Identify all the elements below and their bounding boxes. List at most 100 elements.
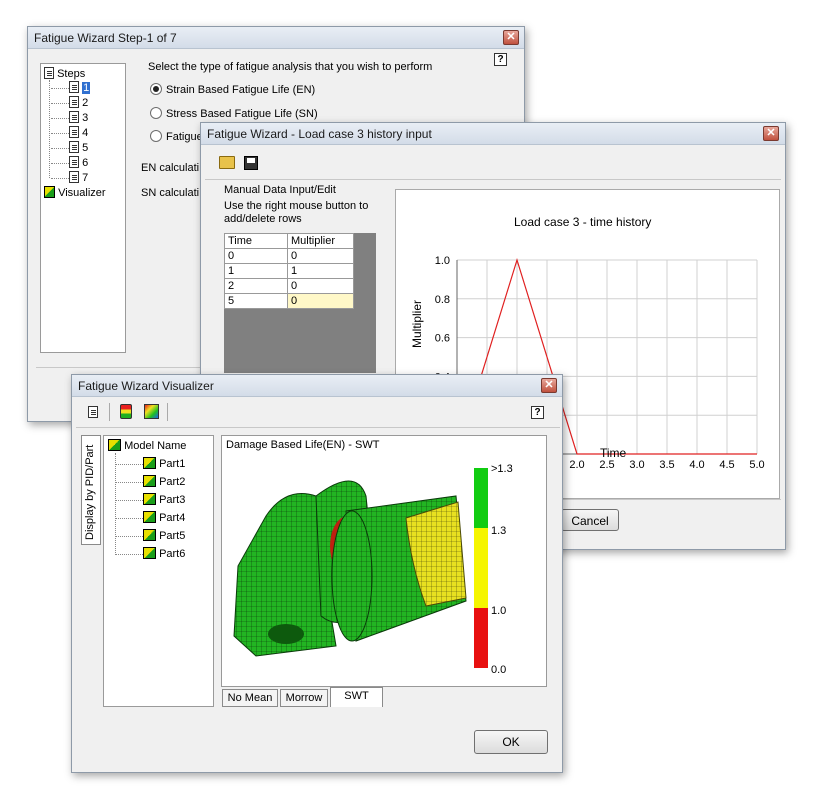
part-label: Part2 bbox=[159, 476, 186, 488]
table-row[interactable]: 20 bbox=[224, 278, 354, 294]
tree-item-step-1[interactable]: 1 bbox=[51, 81, 91, 94]
side-tab-display-by-pid[interactable]: Display by PID/Part bbox=[81, 435, 101, 545]
part-label: Part3 bbox=[159, 494, 186, 506]
model-name-root[interactable]: Model Name bbox=[108, 439, 186, 452]
x-tick-label: 2.5 bbox=[599, 459, 614, 471]
x-tick-label: 4.0 bbox=[689, 459, 704, 471]
visualizer-title: Fatigue Wizard Visualizer bbox=[78, 379, 214, 393]
x-axis-label: Time bbox=[600, 446, 627, 460]
color-map-icon[interactable] bbox=[144, 404, 159, 419]
help-icon[interactable]: ? bbox=[494, 53, 507, 66]
option-en[interactable]: Strain Based Fatigue Life (EN) bbox=[150, 83, 315, 96]
step-document-icon bbox=[69, 171, 79, 183]
tree-item-step-3[interactable]: 3 bbox=[51, 111, 88, 124]
time-cell[interactable]: 0 bbox=[224, 248, 288, 264]
tree-item-step-6[interactable]: 6 bbox=[51, 156, 88, 169]
step-label: 7 bbox=[82, 172, 89, 184]
visualizer-titlebar[interactable]: Fatigue Wizard Visualizer ✕ bbox=[72, 375, 562, 397]
step-label: 4 bbox=[82, 127, 89, 139]
visualizer-window: Fatigue Wizard Visualizer ✕ ? Display by… bbox=[71, 374, 563, 773]
multiplier-cell[interactable]: 0 bbox=[287, 278, 354, 294]
open-folder-icon[interactable] bbox=[219, 156, 235, 169]
step-label: 5 bbox=[82, 142, 89, 154]
data-grid[interactable]: Time Multiplier 00112050 bbox=[224, 233, 354, 309]
cancel-button[interactable]: Cancel bbox=[561, 509, 619, 531]
report-icon[interactable] bbox=[88, 406, 98, 419]
damage-legend: >1.3 1.3 1.0 0.0 bbox=[474, 463, 544, 678]
time-cell[interactable]: 5 bbox=[224, 293, 288, 309]
table-row[interactable]: 00 bbox=[224, 248, 354, 264]
steps-root[interactable]: Steps bbox=[44, 67, 85, 80]
part-icon bbox=[143, 493, 156, 505]
tree-item-step-4[interactable]: 4 bbox=[51, 126, 88, 139]
tree-item-step-7[interactable]: 7 bbox=[51, 171, 88, 184]
tree-item-part-2[interactable]: Part2 bbox=[115, 475, 185, 488]
en-calc-label: EN calculati bbox=[141, 162, 200, 174]
tree-item-part-4[interactable]: Part4 bbox=[115, 511, 185, 524]
step-document-icon bbox=[69, 96, 79, 108]
tab-morrow[interactable]: Morrow bbox=[280, 689, 328, 707]
radio-fatigue[interactable] bbox=[150, 130, 162, 142]
y-tick-label: 1.0 bbox=[435, 255, 450, 267]
step-document-icon bbox=[69, 111, 79, 123]
multiplier-cell[interactable]: 1 bbox=[287, 263, 354, 279]
legend-label: >1.3 bbox=[491, 463, 513, 475]
close-icon[interactable]: ✕ bbox=[763, 126, 779, 141]
manual-input-hint: Use the right mouse button to add/delete… bbox=[224, 200, 369, 225]
part-label: Part5 bbox=[159, 530, 186, 542]
part-icon bbox=[143, 511, 156, 523]
model-tree: Model Name Part1 Part2 Part3 Part4 Part5… bbox=[103, 435, 214, 707]
help-icon[interactable]: ? bbox=[531, 406, 544, 419]
model-name-label: Model Name bbox=[124, 440, 187, 452]
radio-sn[interactable] bbox=[150, 107, 162, 119]
table-row[interactable]: 50 bbox=[224, 293, 354, 309]
toolbar-sep bbox=[167, 403, 168, 421]
legend-band bbox=[474, 608, 488, 668]
step-document-icon bbox=[69, 126, 79, 138]
tree-item-part-6[interactable]: Part6 bbox=[115, 547, 185, 560]
part-icon bbox=[143, 475, 156, 487]
tree-item-step-5[interactable]: 5 bbox=[51, 141, 88, 154]
step-document-icon bbox=[69, 156, 79, 168]
close-icon[interactable]: ✕ bbox=[503, 30, 519, 45]
tree-item-visualizer[interactable]: Visualizer bbox=[44, 186, 106, 199]
col-mult-header: Multiplier bbox=[287, 233, 354, 249]
tab-no-mean[interactable]: No Mean bbox=[222, 689, 278, 707]
legend-label: 1.0 bbox=[491, 605, 507, 617]
option-fatigue[interactable]: Fatigue bbox=[150, 130, 203, 143]
wizard-step1-titlebar[interactable]: Fatigue Wizard Step-1 of 7 ✕ bbox=[28, 27, 524, 49]
close-icon[interactable]: ✕ bbox=[541, 378, 557, 393]
tab-swt[interactable]: SWT bbox=[330, 687, 383, 707]
multiplier-cell[interactable]: 0 bbox=[287, 248, 354, 264]
legend-band bbox=[474, 468, 488, 528]
save-icon[interactable] bbox=[244, 156, 258, 170]
x-tick-label: 4.5 bbox=[719, 459, 734, 471]
time-cell[interactable]: 2 bbox=[224, 278, 288, 294]
traffic-light-icon[interactable] bbox=[120, 404, 132, 419]
x-tick-label: 2.0 bbox=[569, 459, 584, 471]
time-cell[interactable]: 1 bbox=[224, 263, 288, 279]
multiplier-cell[interactable]: 0 bbox=[287, 293, 354, 309]
tree-item-part-5[interactable]: Part5 bbox=[115, 529, 185, 542]
tree-item-part-3[interactable]: Part3 bbox=[115, 493, 185, 506]
steps-root-label: Steps bbox=[57, 68, 86, 80]
option-sn[interactable]: Stress Based Fatigue Life (SN) bbox=[150, 107, 318, 120]
tree-item-part-1[interactable]: Part1 bbox=[115, 457, 185, 470]
visualizer-label: Visualizer bbox=[58, 187, 106, 199]
radio-en[interactable] bbox=[150, 83, 162, 95]
legend-band bbox=[474, 528, 488, 608]
y-tick-label: 0.6 bbox=[435, 333, 450, 345]
legend-label: 1.3 bbox=[491, 525, 507, 537]
step-label: 6 bbox=[82, 157, 89, 169]
part-icon bbox=[143, 529, 156, 541]
option-sn-label: Stress Based Fatigue Life (SN) bbox=[166, 108, 318, 120]
tree-item-step-2[interactable]: 2 bbox=[51, 96, 88, 109]
toolbar-sep bbox=[109, 403, 110, 421]
render-view[interactable]: Damage Based Life(EN) - SWT >1.3 1.3 1.0… bbox=[221, 435, 547, 687]
ok-button[interactable]: OK bbox=[474, 730, 548, 754]
model-icon bbox=[108, 439, 121, 451]
side-tab-label: Display by PID/Part bbox=[84, 444, 96, 540]
load-history-titlebar[interactable]: Fatigue Wizard - Load case 3 history inp… bbox=[201, 123, 785, 145]
table-row[interactable]: 11 bbox=[224, 263, 354, 279]
sn-calc-label: SN calculati bbox=[141, 187, 200, 199]
